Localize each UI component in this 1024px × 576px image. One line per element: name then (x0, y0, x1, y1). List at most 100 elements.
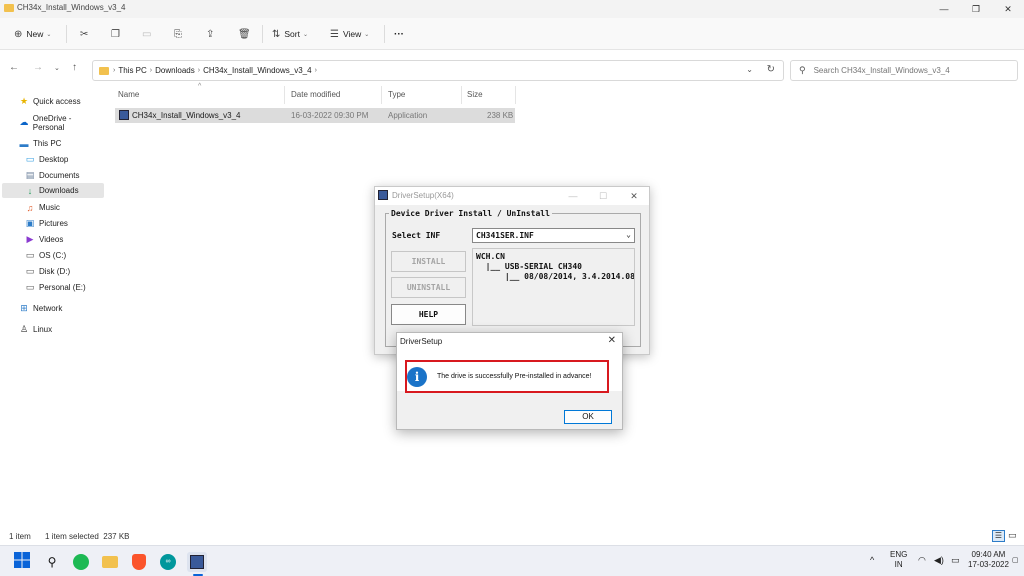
column-header-size[interactable]: Size (467, 90, 483, 99)
tiles-view-icon[interactable]: ▭ (1008, 530, 1017, 541)
select-inf-label: Select INF (392, 231, 441, 240)
driversetup-title: DriverSetup(X64) (392, 191, 454, 200)
breadcrumb-this-pc[interactable]: This PC (118, 66, 146, 75)
paste-button[interactable]: ▭ (142, 26, 155, 42)
minimize-button[interactable]: — (934, 2, 954, 16)
delete-button[interactable]: 🗑 (238, 26, 255, 42)
folder-icon (102, 556, 118, 568)
folder-icon (99, 66, 109, 75)
message-title: DriverSetup (400, 337, 443, 346)
sidebar-item-personal-e[interactable]: ▭ Personal (E:) (0, 280, 104, 295)
sidebar-item-documents[interactable]: ▤ Documents (0, 168, 104, 183)
recent-locations-icon[interactable]: ⌄ (54, 64, 60, 72)
search-icon: ⚲ (799, 65, 806, 75)
notification-icon[interactable]: ▢ (1012, 556, 1019, 566)
sort-button[interactable]: ⇅ Sort ⌄ (272, 26, 308, 42)
brave-app[interactable] (129, 552, 149, 572)
column-header-name[interactable]: Name (118, 90, 139, 99)
wifi-icon[interactable]: ◠ (918, 555, 926, 565)
address-bar[interactable]: › This PC › Downloads › CH34x_Install_Wi… (92, 60, 784, 81)
forward-arrow-icon[interactable]: → (33, 62, 43, 73)
cloud-icon: ☁ (19, 117, 29, 127)
sidebar-item-label: Downloads (39, 186, 79, 195)
status-bar: 1 item 1 item selected 237 KB ☰ ▭ (0, 530, 1024, 544)
language-indicator[interactable]: ENG IN (890, 550, 907, 570)
breadcrumb-downloads[interactable]: Downloads (155, 66, 195, 75)
file-name: CH34x_Install_Windows_v3_4 (132, 111, 241, 120)
item-count: 1 item (9, 532, 31, 541)
rename-button[interactable]: ⎘ (174, 26, 186, 42)
sidebar-item-onedrive[interactable]: ☁ OneDrive - Personal (0, 114, 104, 132)
ok-button[interactable]: OK (564, 410, 612, 424)
help-button[interactable]: HELP (391, 304, 466, 325)
chevron-right-icon: › (197, 67, 201, 74)
refresh-icon[interactable]: ↻ (767, 64, 775, 75)
sidebar-item-music[interactable]: ♫ Music (0, 200, 104, 215)
group-title: Device Driver Install / UnInstall (389, 209, 552, 218)
sidebar-item-label: Linux (33, 325, 53, 334)
brave-icon (132, 554, 146, 570)
column-header-date[interactable]: Date modified (291, 90, 340, 99)
battery-icon[interactable]: ▭ (951, 555, 960, 565)
search-input[interactable] (813, 66, 994, 75)
file-type: Application (388, 111, 428, 120)
toolbar-divider (262, 25, 263, 43)
close-icon[interactable]: ✕ (608, 335, 616, 346)
sidebar-item-os-c[interactable]: ▭ OS (C:) (0, 248, 104, 263)
search-box[interactable]: ⚲ (790, 60, 1018, 81)
sidebar-item-pictures[interactable]: ▣ Pictures (0, 216, 104, 231)
search-taskbar-button[interactable]: ⚲ (42, 552, 62, 572)
share-button[interactable]: ⇪ (206, 26, 218, 42)
sidebar-item-this-pc[interactable]: ▬ This PC (0, 136, 104, 151)
view-button[interactable]: ☰ View ⌄ (330, 26, 369, 42)
command-toolbar: ⊕ New ⌄ ✂ ❐ ▭ ⎘ ⇪ 🗑 ⇅ Sort ⌄ ☰ View ⌄ ··… (0, 18, 1024, 50)
back-arrow-icon[interactable]: ← (9, 62, 19, 73)
maximize-button[interactable]: ☐ (595, 189, 611, 203)
inf-select[interactable]: CH341SER.INF ⌄ (472, 228, 635, 243)
chevron-down-icon: ⌄ (364, 31, 370, 38)
inf-select-value: CH341SER.INF (476, 231, 534, 240)
app-icon (190, 555, 204, 569)
cut-button[interactable]: ✂ (80, 26, 92, 42)
address-dropdown-icon[interactable]: ⌄ (746, 65, 753, 74)
drive-icon: ▭ (25, 250, 35, 260)
highlight-annotation (405, 360, 609, 393)
windows-logo-icon (14, 552, 30, 568)
sidebar-item-disk-d[interactable]: ▭ Disk (D:) (0, 264, 104, 279)
driver-info-box: WCH.CN |__ USB-SERIAL CH340 |__ 08/08/20… (472, 248, 635, 326)
uninstall-button[interactable]: UNINSTALL (391, 277, 466, 298)
minimize-button[interactable]: — (565, 189, 581, 203)
spotify-app[interactable] (71, 552, 91, 572)
chevron-right-icon: › (314, 67, 317, 74)
close-button[interactable]: ✕ (626, 189, 642, 203)
sort-icon: ⇅ (272, 28, 281, 40)
sidebar-item-downloads[interactable]: ↓ Downloads (2, 183, 104, 198)
maximize-button[interactable]: ❐ (966, 2, 986, 16)
table-row[interactable]: CH34x_Install_Windows_v3_4 16-03-2022 09… (115, 108, 515, 123)
sidebar-item-videos[interactable]: ▶ Videos (0, 232, 104, 247)
start-button[interactable] (12, 552, 32, 572)
driversetup-app[interactable] (187, 552, 207, 572)
up-arrow-icon[interactable]: ↑ (72, 62, 77, 73)
volume-icon[interactable]: ◀) (934, 555, 944, 565)
sidebar-item-linux[interactable]: ♙ Linux (0, 322, 104, 337)
chevron-up-icon[interactable]: ^ (870, 555, 874, 565)
file-explorer-app[interactable] (100, 552, 120, 572)
clock[interactable]: 09:40 AM 17-03-2022 (968, 550, 1009, 570)
sidebar-item-network[interactable]: ⊞ Network (0, 301, 104, 316)
breadcrumb-current-folder[interactable]: CH34x_Install_Windows_v3_4 (203, 66, 312, 75)
search-icon: ⚲ (47, 555, 57, 569)
arduino-app[interactable]: ∞ (158, 552, 178, 572)
rename-icon: ⎘ (174, 28, 182, 40)
install-button[interactable]: INSTALL (391, 251, 466, 272)
copy-button[interactable]: ❐ (111, 26, 124, 42)
paste-icon: ▭ (142, 28, 152, 40)
sidebar-item-desktop[interactable]: ▭ Desktop (0, 152, 104, 167)
column-header-type[interactable]: Type (388, 90, 405, 99)
new-button[interactable]: ⊕ New ⌄ (14, 26, 51, 42)
sidebar-item-quick-access[interactable]: ★ Quick access (0, 94, 104, 109)
close-button[interactable]: ✕ (998, 2, 1018, 16)
details-view-icon[interactable]: ☰ (992, 530, 1005, 542)
more-options-button[interactable]: ··· (394, 26, 404, 42)
sidebar-item-label: OS (C:) (39, 251, 67, 260)
